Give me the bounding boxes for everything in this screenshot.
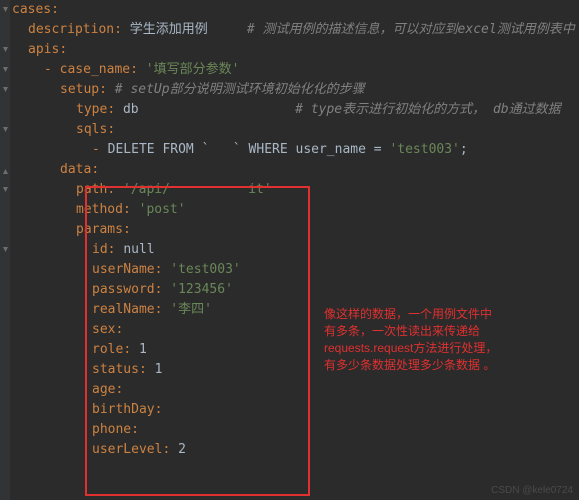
annotation-text: 像这样的数据，一个用例文件中有多条，一次性读出来传递给requests.requ… [324,306,498,374]
sql-text: ` ` [202,142,241,157]
yaml-key: birthDay [92,402,155,417]
yaml-key: type [76,102,107,117]
yaml-value: 'test003' [170,262,240,277]
yaml-value: '填写部分参数' [146,62,240,77]
yaml-value: '123456' [170,282,233,297]
yaml-key: userLevel [92,442,162,457]
fold-marker[interactable] [3,246,9,255]
yaml-key: phone [92,422,131,437]
yaml-value: 1 [155,362,163,377]
yaml-value: 1 [139,342,147,357]
yaml-key: role [92,342,123,357]
yaml-value: 学生添加用例 [130,22,208,37]
fold-marker[interactable] [3,126,9,135]
yaml-key: sex [92,322,115,337]
yaml-value: null [123,242,154,257]
sql-text: DELETE FROM [108,142,202,157]
comment: # type表示进行初始化的方式， db通过数据 [295,102,560,117]
sql-text: WHERE user_name = [241,142,390,157]
fold-marker[interactable] [3,66,9,75]
code-editor[interactable]: cases: description: 学生添加用例 # 测试用例的描述信息，可… [10,0,579,460]
yaml-key: status [92,362,139,377]
yaml-key: id [92,242,108,257]
yaml-key: method [76,202,123,217]
watermark: CSDN @kele0724 [491,485,573,496]
fold-marker[interactable] [3,166,9,175]
comment: # setUp部分说明测试环境初始化化的步骤 [115,82,365,97]
yaml-value: '/api/ it' [123,182,272,197]
yaml-key: apis [28,42,59,57]
yaml-key: params [76,222,123,237]
yaml-value: '李四' [170,302,212,317]
yaml-key: password [92,282,155,297]
yaml-value: 'post' [139,202,186,217]
yaml-key: description [28,22,114,37]
fold-marker[interactable] [3,186,9,195]
yaml-key: age [92,382,115,397]
yaml-value: 2 [178,442,186,457]
fold-marker[interactable] [3,86,9,95]
yaml-key: setup [60,82,99,97]
gutter [0,0,10,500]
yaml-key: case_name [60,62,130,77]
yaml-key: realName [92,302,155,317]
yaml-key: cases [12,2,51,17]
yaml-key: data [60,162,91,177]
yaml-key: path [76,182,107,197]
sql-value: 'test003' [389,142,459,157]
fold-marker[interactable] [3,6,9,15]
yaml-key: userName [92,262,155,277]
fold-marker[interactable] [3,46,9,55]
sql-text: ; [460,142,468,157]
yaml-key: sqls [76,122,107,137]
yaml-value: db [123,102,139,117]
comment: # 测试用例的描述信息，可以对应到excel测试用例表中 [247,22,575,37]
